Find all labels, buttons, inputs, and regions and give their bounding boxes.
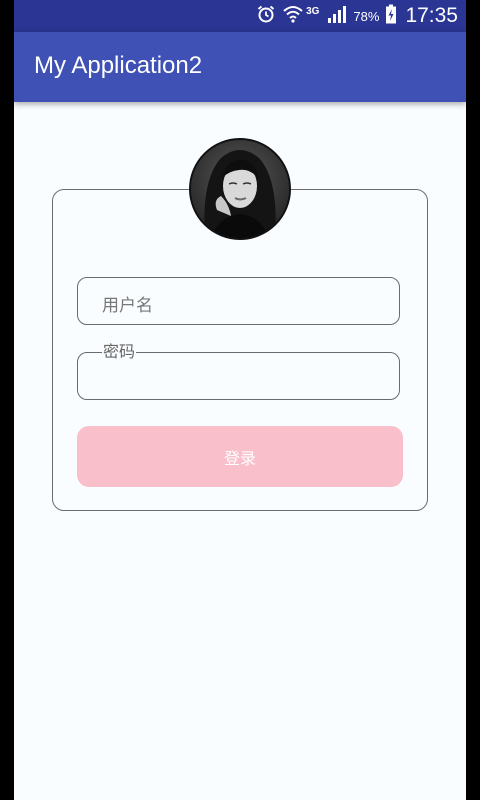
wifi-icon <box>282 4 304 28</box>
app-title: My Application2 <box>34 52 203 79</box>
alarm-icon <box>256 4 276 28</box>
battery-percent: 78% <box>353 8 380 24</box>
login-button-label: 登录 <box>223 448 256 468</box>
battery-charging-icon <box>385 4 397 28</box>
app-screen: 3G 78% 17:35 My Application2 用户名 密码 登录 <box>14 0 466 800</box>
password-label: 密码 <box>102 342 137 361</box>
network-type-label: 3G <box>306 5 320 17</box>
status-icons: 3G 78% 17:35 <box>256 0 458 32</box>
signal-icon <box>327 4 347 28</box>
status-bar: 3G 78% 17:35 <box>14 0 466 32</box>
app-bar: My Application2 <box>14 32 466 102</box>
avatar <box>189 138 291 240</box>
avatar-portrait-image <box>191 140 289 238</box>
login-button[interactable]: 登录 <box>77 426 403 487</box>
username-placeholder: 用户名 <box>102 296 153 316</box>
username-input[interactable]: 用户名 <box>77 277 400 325</box>
clock: 17:35 <box>405 4 458 27</box>
